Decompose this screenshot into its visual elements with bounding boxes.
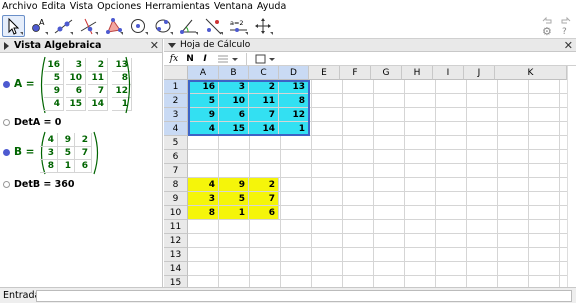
column-header-J[interactable]: J	[464, 66, 495, 80]
spreadsheet-view: Hoja de Cálculo ✕ fx N I A B C D E F G H…	[164, 39, 576, 290]
collapse-arrow-icon[interactable]	[4, 41, 9, 50]
svg-text:a=2: a=2	[230, 19, 244, 27]
cell-A8[interactable]: 4	[188, 178, 219, 192]
column-header-K[interactable]: K	[495, 66, 567, 80]
perpendicular-tool-button[interactable]	[77, 15, 100, 37]
align-icon	[218, 55, 238, 63]
move-tool-button[interactable]	[2, 15, 25, 37]
menu-ayuda[interactable]: Ayuda	[255, 1, 288, 13]
italic-button[interactable]: I	[200, 53, 210, 65]
slider-tool-button[interactable]: a=2	[227, 15, 250, 37]
undo-icon[interactable]	[541, 16, 553, 25]
row-header-4[interactable]: 4	[164, 122, 188, 136]
menu-edita[interactable]: Edita	[40, 1, 68, 13]
algebra-view-title: Vista Algebraica	[14, 40, 102, 51]
selection-outline	[188, 80, 310, 136]
detA-value: DetA = 0	[14, 117, 62, 128]
row-header-7[interactable]: 7	[164, 164, 188, 178]
row-header-12[interactable]: 12	[164, 234, 188, 248]
line-tool-button[interactable]	[52, 15, 75, 37]
row-header-13[interactable]: 13	[164, 248, 188, 262]
detB-value: DetB = 360	[14, 179, 75, 190]
row-header-2[interactable]: 2	[164, 94, 188, 108]
spreadsheet-title: Hoja de Cálculo	[180, 40, 251, 50]
circle-tool-button[interactable]	[127, 15, 150, 37]
menu-bar: Archivo Edita Vista Opciones Herramienta…	[0, 0, 576, 13]
matrix-A-label: A =	[14, 78, 35, 90]
border-icon	[255, 54, 275, 64]
gear-icon[interactable]: ⚙	[542, 25, 552, 38]
point-tool-button[interactable]: A	[27, 15, 50, 37]
close-icon[interactable]: ✕	[150, 39, 159, 52]
bold-button[interactable]: N	[185, 53, 195, 65]
column-header-H[interactable]: H	[402, 66, 433, 80]
border-button[interactable]	[254, 53, 280, 65]
cell-C9[interactable]: 7	[249, 192, 279, 206]
menu-archivo[interactable]: Archivo	[0, 1, 40, 13]
row-header-14[interactable]: 14	[164, 262, 188, 276]
algebra-view-header: Vista Algebraica ✕	[0, 39, 162, 53]
spreadsheet-header: Hoja de Cálculo ✕	[164, 39, 576, 52]
column-header-E[interactable]: E	[309, 66, 340, 80]
format-bar: fx N I	[164, 52, 576, 66]
cell-B10[interactable]: 1	[219, 206, 249, 220]
row-header-9[interactable]: 9	[164, 192, 188, 206]
visibility-toggle-detA[interactable]	[3, 119, 10, 126]
algebra-item-B[interactable]: B = 4 9 2 3 5 7 8 1 6	[0, 130, 163, 176]
row-header-6[interactable]: 6	[164, 150, 188, 164]
menu-herramientas[interactable]: Herramientas	[143, 1, 212, 13]
conic-tool-button[interactable]	[152, 15, 175, 37]
right-paren-icon	[125, 56, 131, 114]
close-icon[interactable]: ✕	[564, 39, 573, 52]
help-icon[interactable]: ?	[562, 27, 567, 37]
algebra-view: Vista Algebraica ✕ A = 16 3 2 13 5 10 11…	[0, 39, 163, 287]
move-view-tool-button[interactable]	[252, 15, 275, 37]
input-bar: Entrada:	[0, 287, 576, 303]
visibility-toggle-A[interactable]	[3, 81, 10, 88]
menu-opciones[interactable]: Opciones	[95, 1, 143, 13]
collapse-arrow-icon[interactable]	[168, 42, 176, 48]
cell-A10[interactable]: 8	[188, 206, 219, 220]
column-header-B[interactable]: B	[219, 66, 249, 80]
fx-button[interactable]: fx	[167, 53, 181, 65]
row-header-11[interactable]: 11	[164, 220, 188, 234]
polygon-tool-button[interactable]	[102, 15, 125, 37]
algebra-item-detB[interactable]: DetB = 360	[0, 178, 163, 192]
matrix-A: 16 3 2 13 5 10 11 8 9 6 7 12 4 15 14 1	[44, 58, 136, 112]
matrix-B-label: B =	[14, 146, 35, 158]
row-header-3[interactable]: 3	[164, 108, 188, 122]
row-header-5[interactable]: 5	[164, 136, 188, 150]
menu-ventana[interactable]: Ventana	[212, 1, 255, 13]
column-header-D[interactable]: D	[279, 66, 309, 80]
toolbar: A a=2 ⚙ ?	[0, 13, 576, 39]
row-header-1[interactable]: 1	[164, 80, 188, 94]
algebra-item-A[interactable]: A = 16 3 2 13 5 10 11 8 9 6 7 12 4 15 14…	[0, 55, 163, 115]
menu-vista[interactable]: Vista	[68, 1, 95, 13]
visibility-toggle-detB[interactable]	[3, 181, 10, 188]
angle-tool-button[interactable]	[177, 15, 200, 37]
input-field[interactable]	[36, 290, 572, 302]
align-button[interactable]	[216, 53, 242, 65]
algebra-item-detA[interactable]: DetA = 0	[0, 116, 163, 130]
column-header-F[interactable]: F	[340, 66, 371, 80]
visibility-toggle-B[interactable]	[3, 149, 10, 156]
column-header-I[interactable]: I	[433, 66, 464, 80]
reflect-tool-button[interactable]	[202, 15, 225, 37]
vertical-scrollbar[interactable]	[567, 66, 576, 287]
cell-B9[interactable]: 5	[219, 192, 249, 206]
column-header-C[interactable]: C	[249, 66, 279, 80]
cell-C10[interactable]: 6	[249, 206, 279, 220]
svg-text:A: A	[39, 18, 45, 27]
right-paren-icon	[93, 131, 99, 175]
row-header-10[interactable]: 10	[164, 206, 188, 220]
column-header-G[interactable]: G	[371, 66, 402, 80]
cell-B8[interactable]: 9	[219, 178, 249, 192]
redo-icon[interactable]	[560, 16, 572, 25]
grid-corner[interactable]	[164, 66, 188, 80]
cell-A9[interactable]: 3	[188, 192, 219, 206]
cell-C8[interactable]: 2	[249, 178, 279, 192]
row-header-8[interactable]: 8	[164, 178, 188, 192]
column-header-A[interactable]: A	[188, 66, 219, 80]
